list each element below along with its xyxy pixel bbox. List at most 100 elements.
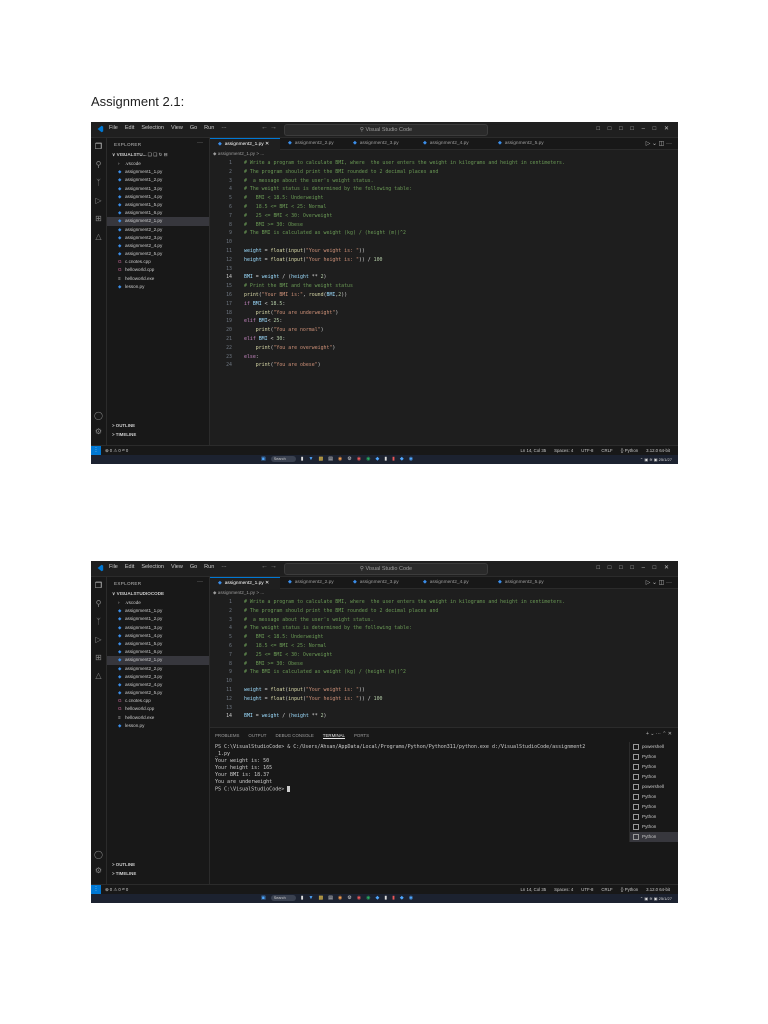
taskbar-search[interactable]: Search [270, 895, 296, 901]
more-actions-icon[interactable]: ··· [197, 140, 203, 146]
terminal-instance[interactable]: powershell [630, 742, 678, 752]
app-icon[interactable]: ◆ [376, 895, 380, 901]
terminal-instance[interactable]: Python [630, 792, 678, 802]
remote-icon[interactable]: ⋮ [91, 885, 101, 894]
tab-ports[interactable]: PORTS [354, 733, 369, 738]
tab-assignment2-5[interactable]: ◆ assignment2_5.py [490, 577, 544, 588]
tab-assignment2-2[interactable]: ◆ assignment2_2.py [280, 138, 334, 149]
menu-edit[interactable]: Edit [125, 564, 134, 570]
app-icon[interactable]: ◉ [366, 456, 370, 462]
file-item[interactable]: ◆ lesson.py [107, 722, 209, 730]
encoding[interactable]: UTF-8 [581, 887, 593, 892]
tab-assignment2-3[interactable]: ◆ assignment2_3.py [345, 577, 399, 588]
command-center-search[interactable]: ⚲ Visual Studio Code [284, 124, 488, 136]
menu-more[interactable]: ··· [221, 125, 227, 131]
app-icon[interactable]: ◉ [409, 456, 413, 462]
workspace-root[interactable]: ∨ VISUALSTU... ❏ ❏ ↻ ⊟ [112, 152, 168, 158]
file-item[interactable]: ◆ assignment1_6.py [107, 209, 209, 217]
code-editor[interactable]: 1 # Write a program to calculate BMI, whe… [210, 159, 678, 370]
menu-edit[interactable]: Edit [125, 125, 134, 131]
search-icon[interactable]: ⚲ [94, 599, 103, 608]
menu-run[interactable]: Run [204, 125, 214, 131]
file-item[interactable]: ◆ assignment2_2.py [107, 665, 209, 673]
chrome-icon[interactable]: ◉ [357, 895, 361, 901]
app-icon[interactable]: ◉ [366, 895, 370, 901]
remote-icon[interactable]: ⋮ [91, 446, 101, 455]
run-split-icon[interactable]: ▷ ⌄ ◫ ··· [646, 140, 672, 147]
settings-icon[interactable]: ⚙ [347, 456, 351, 462]
tab-terminal[interactable]: TERMINAL [322, 733, 345, 739]
nav-arrows-icon[interactable]: ← → [261, 563, 277, 570]
language-mode[interactable]: {} Python [621, 887, 638, 892]
nav-arrows-icon[interactable]: ← → [261, 124, 277, 131]
app-icon[interactable]: ▮ [392, 895, 395, 901]
file-item[interactable]: ◆ assignment1_2.py [107, 615, 209, 623]
tab-debug-console[interactable]: DEBUG CONSOLE [275, 733, 313, 738]
store-icon[interactable]: ▤ [328, 456, 333, 462]
terminal-instance[interactable]: powershell [630, 782, 678, 792]
explorer-actions-icon[interactable]: ❏ ❏ ↻ ⊟ [148, 152, 168, 157]
terminal-instance[interactable]: Python [630, 832, 678, 842]
tab-assignment2-4[interactable]: ◆ assignment2_4.py [415, 138, 469, 149]
file-item[interactable]: ◆ assignment1_3.py [107, 624, 209, 632]
cursor-position[interactable]: Ln 14, Col 35 [521, 887, 547, 892]
start-icon[interactable]: ▣ [261, 456, 266, 462]
vscode-taskbar-icon[interactable]: ◆ [400, 895, 404, 901]
menu-view[interactable]: View [171, 125, 183, 131]
menu-selection[interactable]: Selection [141, 564, 164, 570]
file-item[interactable]: ≡ helloworld.exe [107, 275, 209, 283]
tab-assignment2-5[interactable]: ◆ assignment2_5.py [490, 138, 544, 149]
app-icon[interactable]: ▮ [392, 456, 395, 462]
explorer-icon[interactable]: ❐ [94, 142, 103, 151]
file-item[interactable]: ◆ assignment2_1.py [107, 217, 209, 226]
terminal-output[interactable]: PS C:\VisualStudioCode> & C:/Users/Ahsan… [215, 744, 630, 793]
vscode-taskbar-icon[interactable]: ◆ [400, 456, 404, 462]
search-icon[interactable]: ⚲ [94, 160, 103, 169]
terminal-instance[interactable]: Python [630, 822, 678, 832]
tab-problems[interactable]: PROBLEMS [215, 733, 239, 738]
widgets-icon[interactable]: ▼ [309, 456, 314, 462]
source-control-icon[interactable]: ᛉ [94, 178, 103, 187]
app-icon[interactable]: ◆ [376, 456, 380, 462]
cursor-position[interactable]: Ln 14, Col 35 [521, 448, 547, 453]
panel-controls-icon[interactable]: + ⌄ ··· ⌃ ✕ [646, 731, 672, 737]
chrome-icon[interactable]: ◉ [357, 456, 361, 462]
explorer-icon[interactable]: ❐ [94, 581, 103, 590]
timeline-section[interactable]: > TIMELINE [112, 871, 136, 876]
app-icon[interactable]: ▮ [384, 895, 387, 901]
app-icon[interactable]: ▮ [384, 456, 387, 462]
app-icon[interactable]: ◉ [338, 895, 342, 901]
file-explorer-icon[interactable]: ▩ [318, 456, 323, 462]
tab-assignment2-4[interactable]: ◆ assignment2_4.py [415, 577, 469, 588]
tab-assignment2-2[interactable]: ◆ assignment2_2.py [280, 577, 334, 588]
taskbar-search[interactable]: Search [270, 456, 296, 462]
file-item[interactable]: ◆ assignment2_5.py [107, 689, 209, 697]
account-icon[interactable]: ◯ [94, 411, 103, 420]
run-debug-icon[interactable]: ▷ [94, 196, 103, 205]
terminal-instance[interactable]: Python [630, 812, 678, 822]
file-item[interactable]: ◆ assignment2_3.py [107, 234, 209, 242]
file-item[interactable]: › .vscode [107, 160, 209, 168]
terminal-instance[interactable]: Python [630, 772, 678, 782]
menu-view[interactable]: View [171, 564, 183, 570]
task-view-icon[interactable]: ▮ [301, 895, 304, 901]
terminal-instance[interactable]: Python [630, 802, 678, 812]
menu-selection[interactable]: Selection [141, 125, 164, 131]
file-item[interactable]: ◆ assignment1_4.py [107, 193, 209, 201]
file-item[interactable]: Ghelloworld.cpp [107, 705, 209, 713]
app-icon[interactable]: ◉ [409, 895, 413, 901]
system-tray[interactable]: ⌃ ▣ ≋ ▣ 25/1/27 [640, 455, 672, 464]
file-item[interactable]: ◆ assignment1_4.py [107, 632, 209, 640]
widgets-icon[interactable]: ▼ [309, 895, 314, 901]
window-controls[interactable]: □ □ □ □ – □ ✕ [597, 564, 673, 571]
settings-icon[interactable]: ⚙ [347, 895, 351, 901]
file-item[interactable]: ◆ assignment1_5.py [107, 201, 209, 209]
run-debug-icon[interactable]: ▷ [94, 635, 103, 644]
gear-icon[interactable]: ⚙ [94, 866, 103, 875]
line-ending[interactable]: CRLF [601, 448, 612, 453]
file-item[interactable]: ◆ assignment1_2.py [107, 176, 209, 184]
file-item[interactable]: Gc.cnotes.cpp [107, 697, 209, 705]
file-item[interactable]: ◆ assignment2_1.py [107, 656, 209, 665]
indentation[interactable]: Spaces: 4 [554, 887, 573, 892]
file-item[interactable]: ◆ assignment2_2.py [107, 226, 209, 234]
